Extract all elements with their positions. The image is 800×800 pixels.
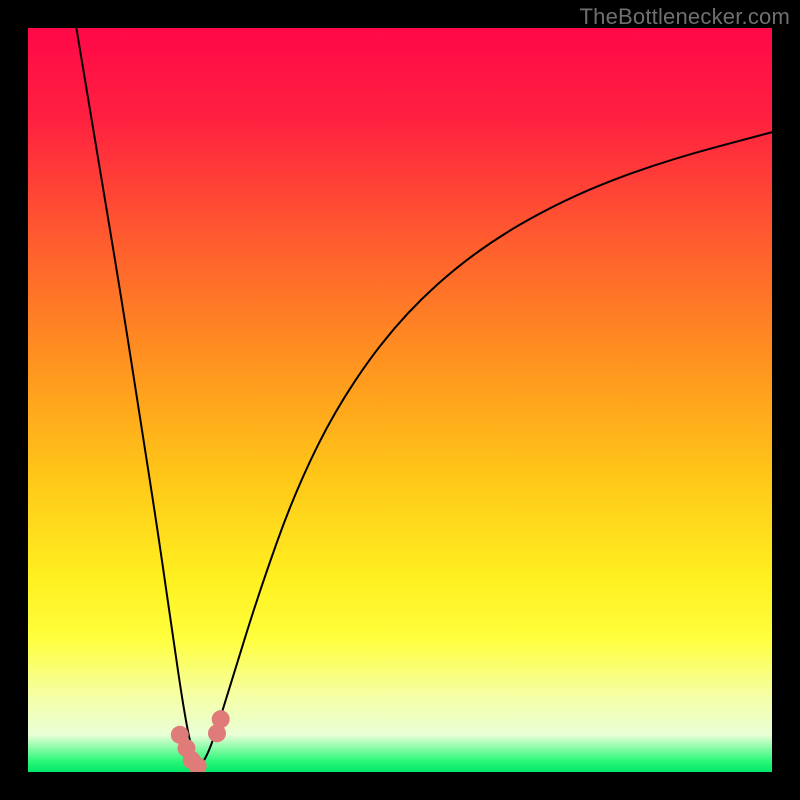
watermark-text: TheBottlenecker.com bbox=[580, 4, 790, 30]
bottleneck-chart bbox=[28, 28, 772, 772]
marker-5 bbox=[212, 710, 230, 728]
chart-svg bbox=[28, 28, 772, 772]
gradient-background bbox=[28, 28, 772, 772]
chart-frame: TheBottlenecker.com bbox=[0, 0, 800, 800]
